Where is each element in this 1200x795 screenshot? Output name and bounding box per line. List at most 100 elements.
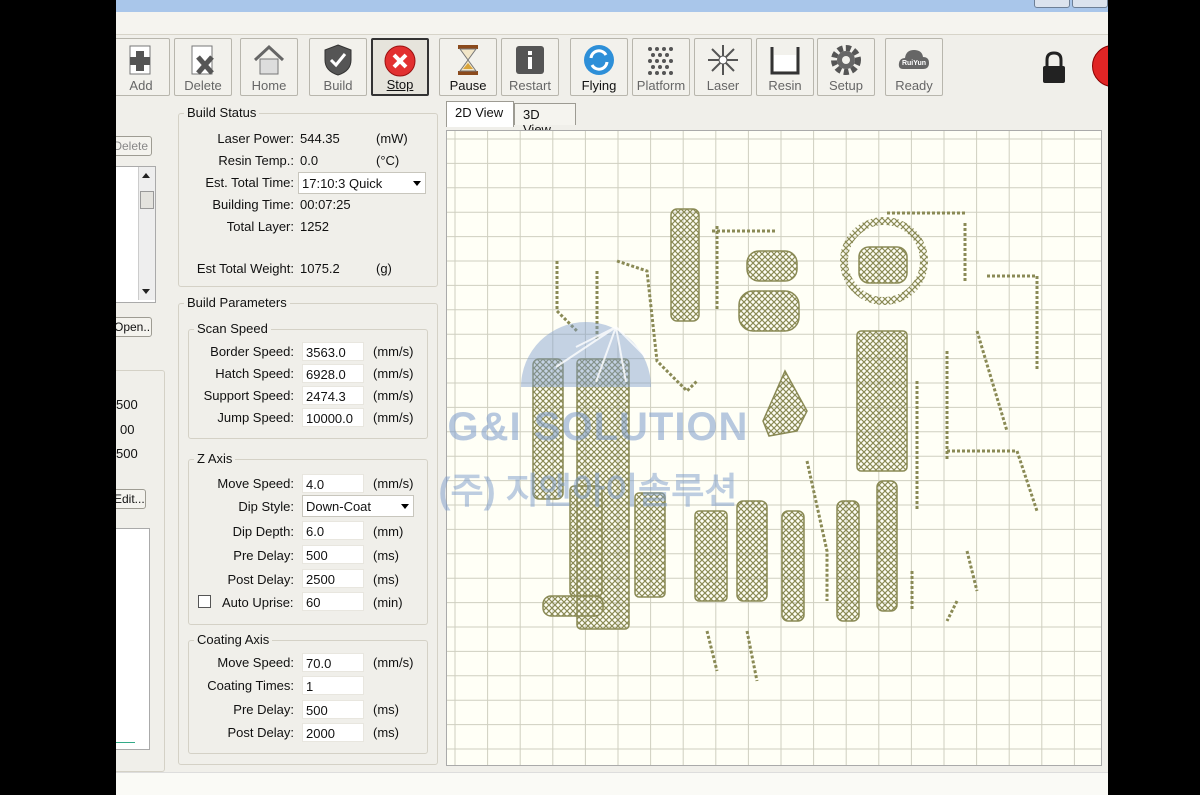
coat-move-speed-unit: (mm/s) (373, 655, 414, 670)
minimize-button[interactable] (1034, 0, 1070, 8)
auto-uprise-input[interactable]: 60 (302, 592, 364, 611)
part-blob-2 (746, 250, 798, 282)
add-label: Add (129, 78, 153, 93)
layer-parts (532, 208, 928, 630)
ruiyun-badge: RuiYun (902, 60, 926, 67)
part-ring-center (858, 246, 908, 284)
jump-speed-input[interactable]: 10000.0 (302, 408, 364, 427)
resin-temp-unit: (°C) (376, 153, 400, 168)
maximize-button[interactable] (1072, 0, 1108, 8)
est-total-time-label: Est. Total Time: (205, 175, 294, 190)
layer-2d-view[interactable] (446, 130, 1102, 766)
z-post-delay-input[interactable]: 2500 (302, 569, 364, 588)
chevron-down-icon (413, 181, 421, 186)
z-move-speed-unit: (mm/s) (373, 476, 414, 491)
pause-label: Pause (449, 78, 487, 93)
laser-power-unit: (mW) (376, 131, 408, 146)
add-button[interactable]: Add (116, 38, 170, 96)
tab-2d-view[interactable]: 2D View (446, 101, 514, 127)
scroll-down-icon[interactable] (142, 289, 150, 294)
z-move-speed-input[interactable]: 4.0 (302, 474, 364, 493)
ruiyun-cloud-icon: RuiYun (898, 50, 929, 69)
support-speed-label: Support Speed: (203, 388, 294, 403)
gear-icon (831, 45, 861, 75)
preview-line (116, 742, 135, 743)
power-icon[interactable] (1092, 45, 1108, 87)
platform-label: Platform (636, 78, 686, 93)
z-pre-delay-label: Pre Delay: (233, 548, 294, 563)
jump-speed-unit: (mm/s) (373, 410, 414, 425)
status-bar (116, 772, 1108, 795)
left-preview-box (116, 528, 150, 750)
flying-button[interactable]: Flying (570, 38, 628, 96)
scroll-thumb[interactable] (140, 191, 154, 209)
part-center-block (856, 330, 908, 472)
toolbar: Add Delete Home Build Stop Pause Restart… (116, 35, 1108, 99)
delete-list-button[interactable]: Delete (116, 136, 152, 156)
dip-depth-input[interactable]: 6.0 (302, 521, 364, 540)
tab-3d-view[interactable]: 3D View (514, 103, 576, 137)
file-list-scrollbar[interactable] (138, 167, 155, 300)
total-layer-label: Total Layer: (226, 219, 294, 234)
coating-times-input[interactable]: 1 (302, 676, 364, 695)
menu-strip (116, 12, 1108, 35)
edit-button[interactable]: Edit... (116, 489, 146, 509)
est-total-time-select[interactable]: 17:10:3 Quick (298, 172, 426, 194)
part-bottom-foot (542, 595, 604, 617)
laser-button[interactable]: Laser (694, 38, 752, 96)
coat-post-delay-input[interactable]: 2000 (302, 723, 364, 742)
support-speed-input[interactable]: 2474.3 (302, 386, 364, 405)
lock-icon[interactable] (1040, 51, 1068, 85)
open-label: Open... (116, 320, 152, 334)
hatch-speed-unit: (mm/s) (373, 366, 414, 381)
stop-button[interactable]: Stop (371, 38, 429, 96)
jump-speed-label: Jump Speed: (217, 410, 294, 425)
est-total-weight-label: Est Total Weight: (196, 261, 294, 276)
pause-button[interactable]: Pause (439, 38, 497, 96)
title-bar (116, 0, 1108, 12)
add-document-icon (129, 45, 151, 75)
building-time-label: Building Time: (212, 197, 294, 212)
resin-button[interactable]: Resin (756, 38, 814, 96)
dip-style-value: Down-Coat (306, 499, 372, 514)
border-speed-unit: (mm/s) (373, 344, 414, 359)
dip-style-select[interactable]: Down-Coat (302, 495, 414, 517)
border-speed-input[interactable]: 3563.0 (302, 342, 364, 361)
layer-canvas (447, 131, 1101, 765)
home-label: Home (251, 78, 287, 93)
est-total-time-value: 17:10:3 Quick (302, 176, 383, 191)
edit-label: Edit... (116, 492, 145, 506)
open-button[interactable]: Open... (116, 317, 152, 337)
chevron-down-icon (401, 504, 409, 509)
home-button[interactable]: Home (240, 38, 298, 96)
hatch-speed-input[interactable]: 6928.0 (302, 364, 364, 383)
file-list[interactable] (116, 166, 156, 303)
delete-document-icon (191, 45, 214, 75)
part-column-6 (781, 510, 805, 622)
scan-speed-title: Scan Speed (194, 321, 271, 336)
coat-move-speed-input[interactable]: 70.0 (302, 653, 364, 672)
resin-label: Resin (768, 78, 802, 93)
dip-depth-label: Dip Depth: (232, 524, 294, 539)
ready-button[interactable]: RuiYun Ready (885, 38, 943, 96)
scroll-up-icon[interactable] (142, 173, 150, 178)
building-time-value: 00:07:25 (300, 197, 351, 212)
hourglass-icon (458, 45, 478, 75)
delete-list-label: Delete (116, 139, 148, 153)
build-status-title: Build Status (184, 105, 260, 120)
hatch-speed-label: Hatch Speed: (215, 366, 294, 381)
build-button[interactable]: Build (309, 38, 367, 96)
restart-button[interactable]: Restart (501, 38, 559, 96)
setup-button[interactable]: Setup (817, 38, 875, 96)
z-pre-delay-unit: (ms) (373, 548, 399, 563)
dip-depth-unit: (mm) (373, 524, 404, 539)
delete-button[interactable]: Delete (174, 38, 232, 96)
restart-label: Restart (509, 78, 551, 93)
stop-label: Stop (386, 77, 414, 92)
auto-uprise-checkbox[interactable] (198, 595, 211, 608)
coat-pre-delay-input[interactable]: 500 (302, 700, 364, 719)
part-left-bar (532, 358, 564, 500)
z-pre-delay-input[interactable]: 500 (302, 545, 364, 564)
platform-button[interactable]: Platform (632, 38, 690, 96)
coating-times-label: Coating Times: (207, 678, 294, 693)
